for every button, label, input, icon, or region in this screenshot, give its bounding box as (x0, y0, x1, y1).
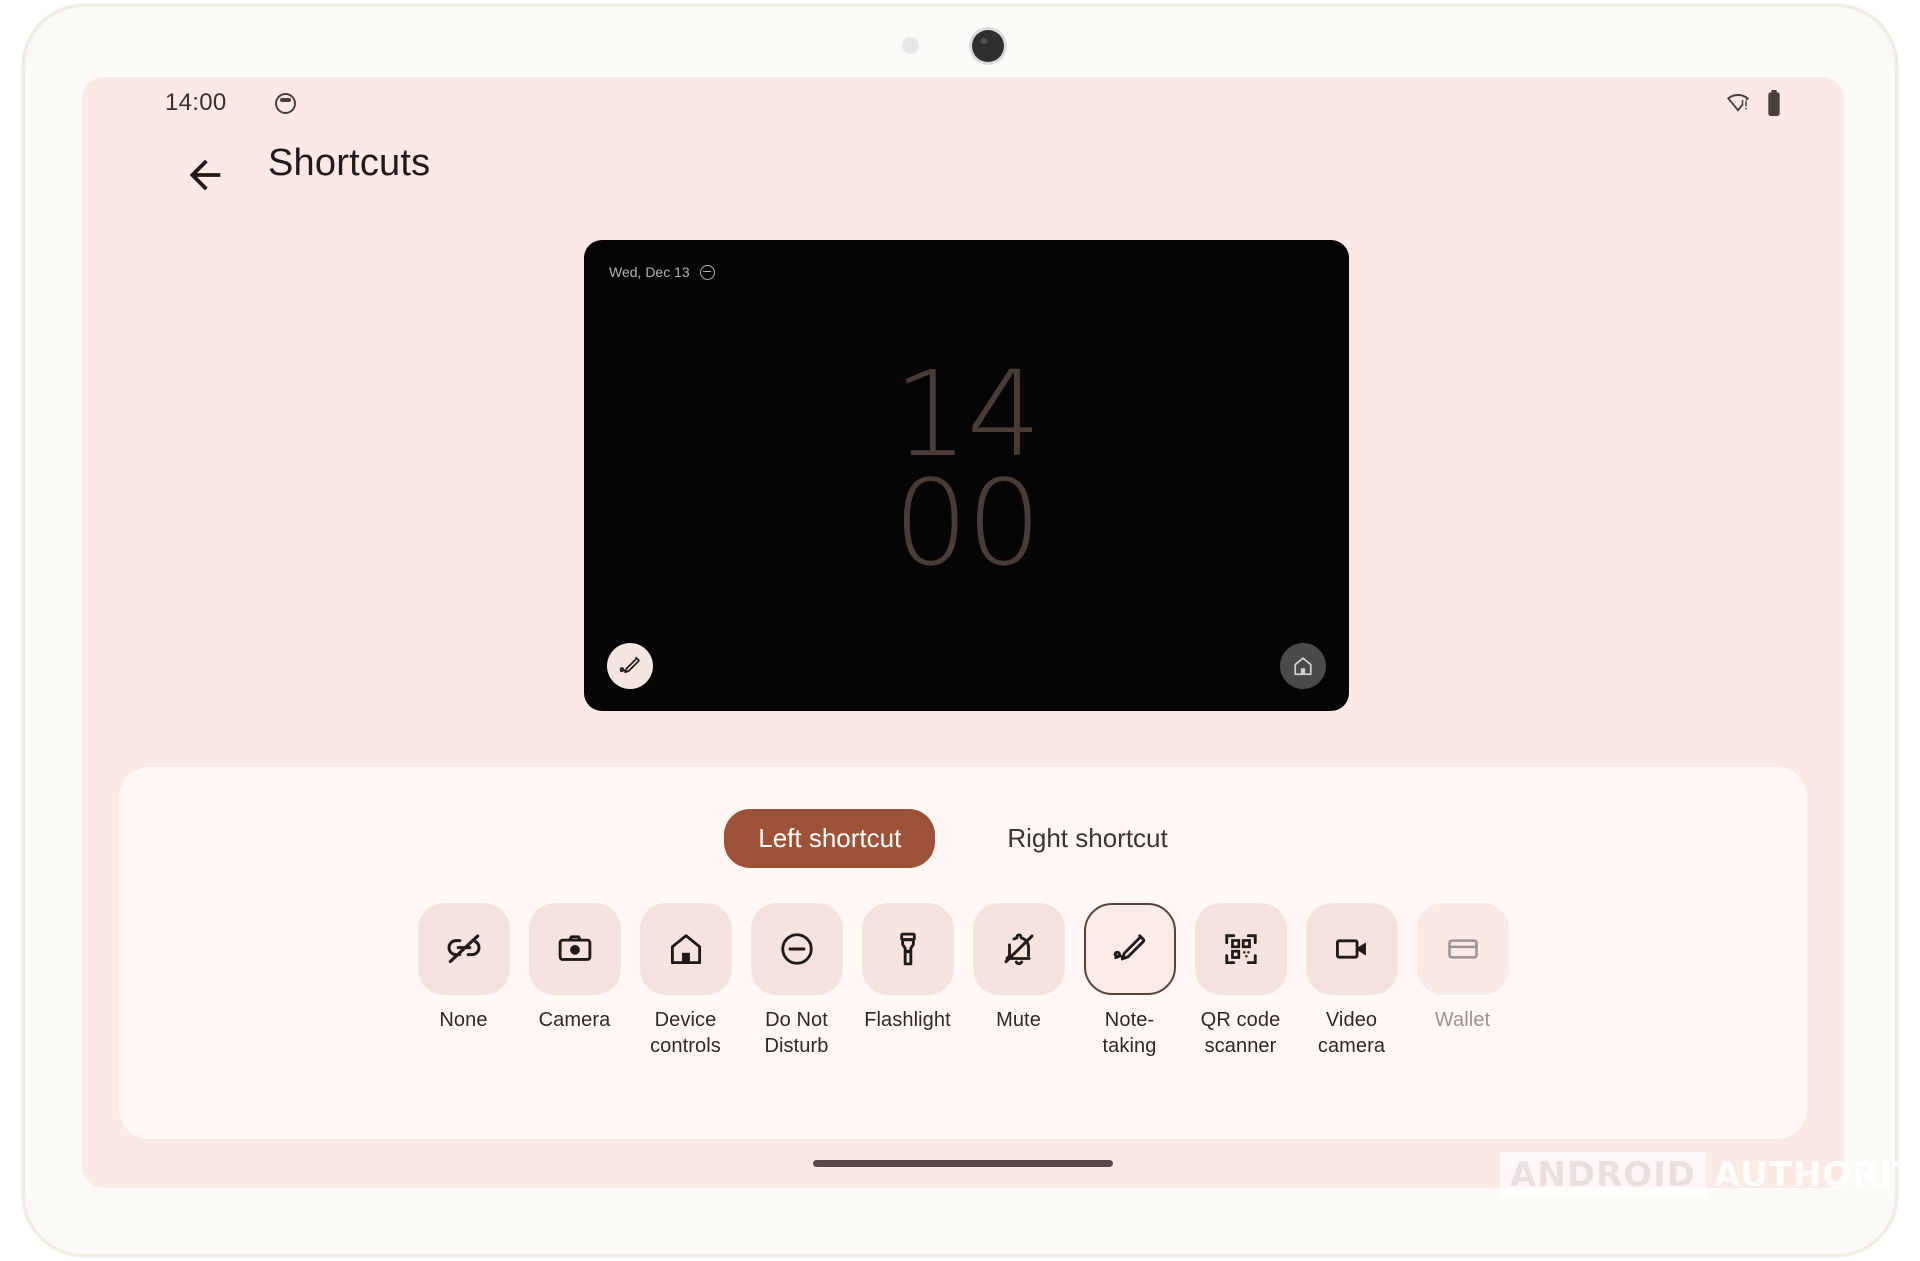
status-bar-indicators (1724, 90, 1782, 116)
shortcut-tile[interactable] (861, 903, 954, 995)
preview-right-shortcut-button[interactable] (1280, 643, 1326, 689)
shortcut-option-label: Note-taking (1102, 1009, 1157, 1057)
preview-left-shortcut-button[interactable] (607, 643, 653, 689)
watermark-authority: AUTHORITY (1713, 1155, 1920, 1195)
do-not-disturb-icon (699, 264, 715, 280)
shortcut-option-label: Camera (538, 1009, 611, 1031)
sensor-dot-icon (902, 37, 919, 54)
note-taking-icon (1113, 934, 1145, 961)
shortcut-choice-grid: None Camera Device controls Do Not Distu… (119, 903, 1807, 1059)
home-icon (670, 934, 701, 965)
qr-code-icon (1224, 934, 1257, 965)
device-screen: 14:00 Shortcuts Wed, Dec 13 14 00 Left s… (82, 77, 1844, 1188)
note-taking-icon (619, 656, 640, 674)
shortcut-option-do-not-disturb[interactable]: Do Not Disturb (750, 903, 843, 1059)
back-button[interactable] (182, 152, 228, 198)
preview-clock: 14 00 (584, 345, 1349, 592)
shortcut-option-label: Video camera (1317, 1009, 1386, 1057)
app-bar: Shortcuts (82, 132, 1844, 222)
shortcut-option-video-camera[interactable]: Video camera (1305, 903, 1398, 1059)
shortcut-option-label: Wallet (1434, 1009, 1491, 1031)
shortcut-tile[interactable] (972, 903, 1065, 995)
shortcut-tile[interactable] (1305, 903, 1398, 995)
shortcut-option-flashlight[interactable]: Flashlight (861, 903, 954, 1034)
do-not-disturb-icon (780, 933, 813, 965)
shortcut-option-label: Flashlight (864, 1009, 951, 1031)
wallet-card-icon (1447, 939, 1478, 959)
back-arrow-icon (189, 159, 221, 191)
battery-full-icon (1766, 90, 1782, 116)
shortcut-options-panel: Left shortcut Right shortcut None Camera… (119, 767, 1807, 1139)
shortcut-option-qr-code-scanner[interactable]: QR code scanner (1194, 903, 1287, 1059)
shortcut-tile[interactable] (417, 903, 510, 995)
shortcut-tile[interactable] (1416, 903, 1509, 995)
lock-screen-preview[interactable]: Wed, Dec 13 14 00 (584, 240, 1349, 711)
page-title: Shortcuts (268, 142, 431, 184)
shortcut-option-note-taking[interactable]: Note-taking (1083, 903, 1176, 1059)
status-bar-clock: 14:00 (165, 89, 227, 116)
watermark-android: ANDROID (1500, 1152, 1706, 1198)
wifi-warning-icon (1724, 91, 1752, 115)
shortcut-tile[interactable] (528, 903, 621, 995)
preview-date-text: Wed, Dec 13 (609, 264, 690, 280)
tablet-frame: 14:00 Shortcuts Wed, Dec 13 14 00 Left s… (22, 4, 1898, 1257)
video-camera-icon (1335, 939, 1366, 959)
flashlight-icon (899, 932, 916, 966)
front-camera-icon (972, 30, 1004, 62)
shortcut-option-label: None (439, 1009, 488, 1031)
tab-left-shortcut[interactable]: Left shortcut (724, 809, 936, 868)
preview-clock-hours: 14 (893, 345, 1041, 483)
camera-icon (558, 935, 591, 961)
shortcut-option-label: Device controls (650, 1009, 721, 1057)
gesture-nav-pill[interactable] (813, 1160, 1113, 1167)
bell-off-icon (1004, 933, 1033, 965)
shortcut-tile[interactable] (1083, 903, 1176, 995)
shortcut-option-mute[interactable]: Mute (972, 903, 1065, 1034)
preview-clock-minutes: 00 (893, 453, 1041, 592)
home-icon (1294, 657, 1312, 676)
shortcut-tile[interactable] (1194, 903, 1287, 995)
shortcut-option-label: QR code scanner (1200, 1009, 1281, 1057)
shortcut-tile[interactable] (750, 903, 843, 995)
status-bar: 14:00 (82, 77, 1844, 129)
preview-date-row: Wed, Dec 13 (609, 264, 715, 280)
shortcut-option-none[interactable]: None (417, 903, 510, 1034)
link-off-icon (446, 934, 481, 964)
shortcut-option-label: Mute (996, 1009, 1041, 1031)
watermark: ANDROID AUTHORITY (1500, 1152, 1920, 1198)
shortcut-option-wallet[interactable]: Wallet (1416, 903, 1509, 1034)
shortcut-option-camera[interactable]: Camera (528, 903, 621, 1034)
shortcut-option-device-controls[interactable]: Device controls (639, 903, 732, 1059)
face-avatar-icon (275, 93, 296, 114)
shortcut-option-label: Do Not Disturb (764, 1009, 829, 1057)
shortcut-side-tabs: Left shortcut Right shortcut (119, 809, 1807, 868)
tab-right-shortcut[interactable]: Right shortcut (973, 809, 1201, 868)
shortcut-tile[interactable] (639, 903, 732, 995)
